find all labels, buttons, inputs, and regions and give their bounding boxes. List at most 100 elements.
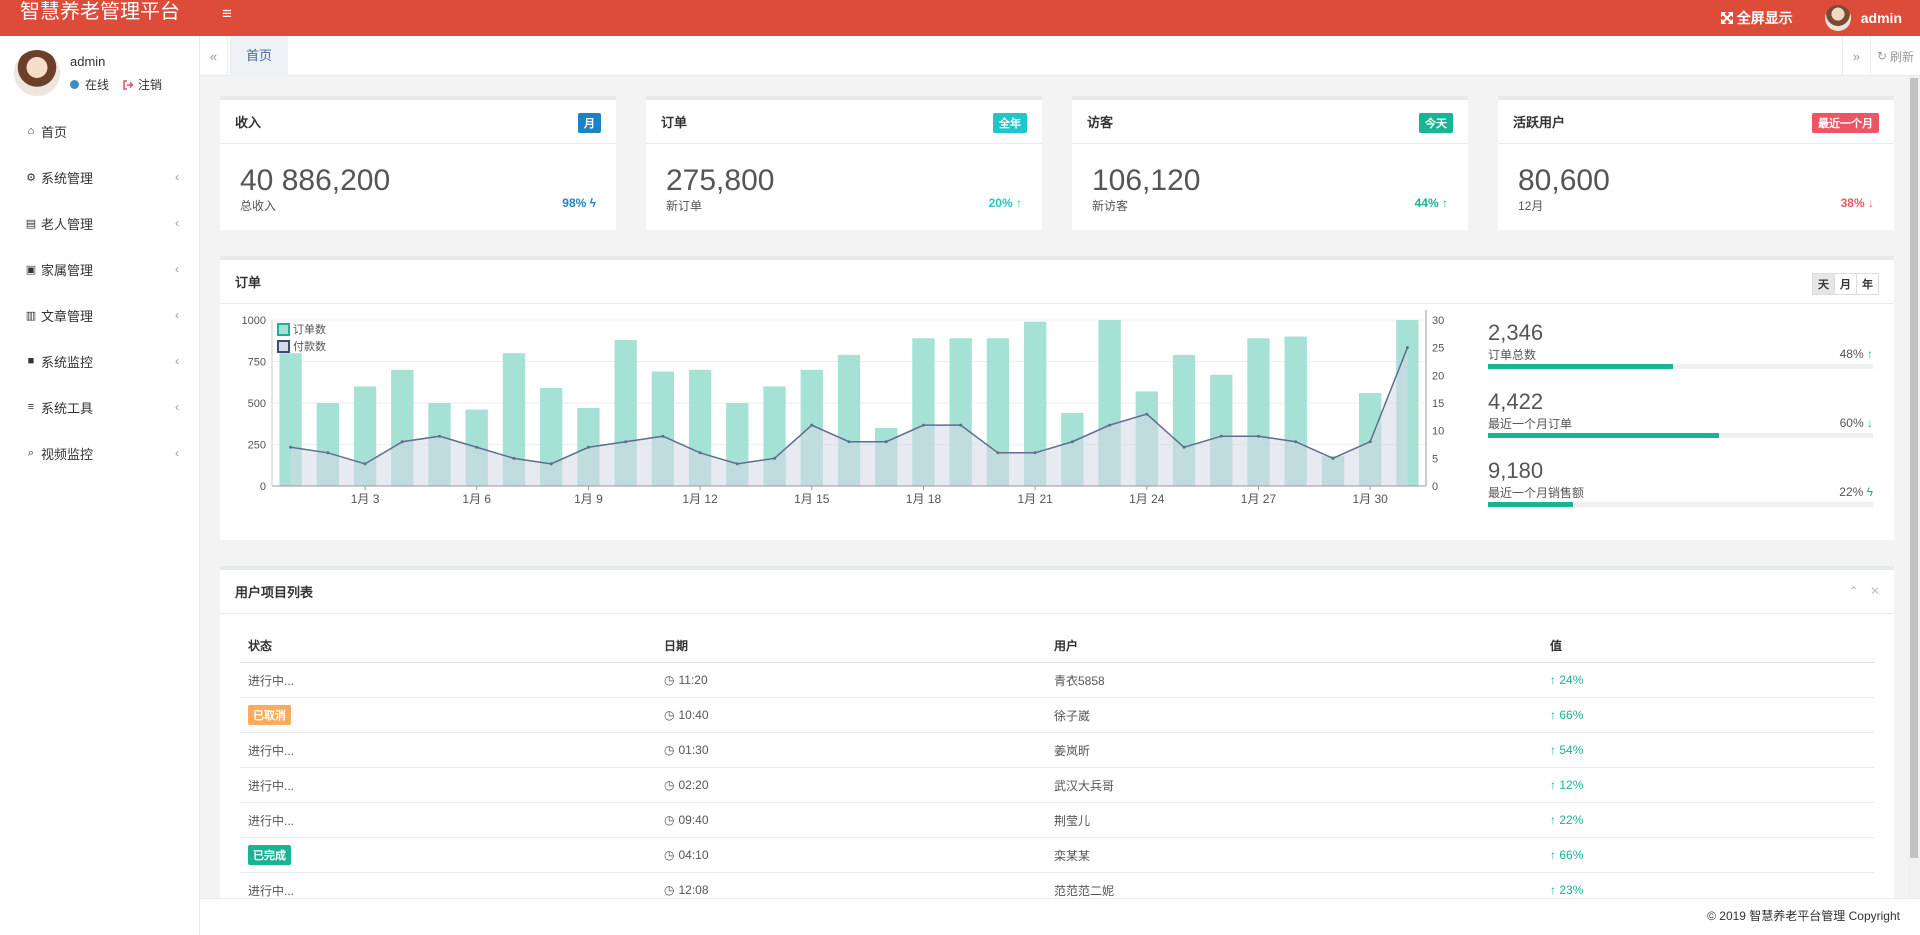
user-cell: 范范范二妮 xyxy=(1054,883,1115,898)
range-year-button[interactable]: 年 xyxy=(1856,273,1879,295)
stat-title: 收入 xyxy=(235,115,262,130)
summary-percent-value: 60% xyxy=(1839,416,1864,430)
sidebar-item-system[interactable]: ⚙ 系统管理 ‹ xyxy=(0,154,199,200)
tabs-scroll-left-button[interactable]: « xyxy=(200,36,228,76)
gear-icon: ⚙ xyxy=(26,171,36,184)
stat-card-visitors: 访客 今天 106,120 新访客 44% ↑ xyxy=(1072,96,1468,230)
arrow-up-icon: ↑ xyxy=(1550,883,1556,897)
stat-value: 40 886,200 xyxy=(240,164,391,197)
time-cell: ◷ 12:08 xyxy=(656,883,1046,897)
close-icon[interactable]: ✕ xyxy=(1870,584,1880,598)
summary-percent: 22% ϟ xyxy=(1839,485,1873,499)
data-point xyxy=(996,451,1000,455)
data-point xyxy=(549,462,553,466)
table-title: 用户项目列表 xyxy=(235,585,314,600)
chevron-left-icon: ‹ xyxy=(175,446,179,460)
orders-panel: 订单 天 月 年 0 250 500 750 1000 0 5 10 15 20 25 30 1月 3 1… xyxy=(220,256,1894,540)
time-text: 02:20 xyxy=(678,778,709,792)
data-point xyxy=(326,451,330,455)
user-cell: 武汉大兵哥 xyxy=(1054,778,1115,793)
value-text: 22% xyxy=(1559,813,1584,827)
menu-toggle-icon[interactable]: ≡ xyxy=(222,4,232,24)
arrow-up-icon: ↑ xyxy=(1550,673,1556,687)
legend-label: 订单数 xyxy=(293,323,326,336)
stat-card-orders: 订单 全年 275,800 新订单 20% ↑ xyxy=(646,96,1042,230)
stat-percent-value: 38% xyxy=(1840,196,1865,210)
fullscreen-button[interactable]: 全屏显示 xyxy=(1720,8,1793,28)
stat-card-header: 活跃用户 最近一个月 xyxy=(1498,100,1894,144)
page-scrollbar[interactable] xyxy=(1908,76,1920,898)
arrow-up-icon: ↑ xyxy=(1016,196,1022,210)
stat-subtitle: 新访客 xyxy=(1092,199,1129,213)
sidebar-item-family[interactable]: ▣ 家属管理 ‹ xyxy=(0,246,199,292)
range-day-button[interactable]: 天 xyxy=(1812,273,1835,295)
sidebar-item-articles[interactable]: ▥ 文章管理 ‹ xyxy=(0,292,199,338)
status-cell: 已完成 xyxy=(240,845,656,865)
data-point xyxy=(1405,346,1409,350)
home-icon: ⌂ xyxy=(27,125,35,137)
sidebar-item-tools[interactable]: ≡ 系统工具 ‹ xyxy=(0,384,199,430)
table-row: 进行中... ◷ 01:30 姜岚昕 ↑ 54% xyxy=(240,733,1874,768)
online-status: 在线 xyxy=(85,78,110,92)
progress-bar-fill xyxy=(1488,433,1719,438)
period-badge: 全年 xyxy=(993,113,1027,133)
data-point xyxy=(921,423,925,427)
chevron-left-icon: ‹ xyxy=(175,170,179,184)
data-point xyxy=(438,434,442,438)
status-badge: 已取消 xyxy=(248,705,291,725)
summary-value: 9,180 xyxy=(1488,458,1544,483)
sidebar-item-elderly[interactable]: ▤ 老人管理 ‹ xyxy=(0,200,199,246)
panel-tools: ⌃ ✕ xyxy=(1849,584,1880,598)
stat-card-header: 订单 全年 xyxy=(646,100,1042,144)
refresh-button[interactable]: ↻ 刷新 xyxy=(1870,36,1920,76)
sidebar-item-home[interactable]: ⌂ 首页 xyxy=(0,108,199,154)
time-cell: ◷ 01:30 xyxy=(656,743,1046,757)
tabs-scroll-right-button[interactable]: » xyxy=(1842,36,1870,76)
column-header-date: 日期 xyxy=(664,638,689,653)
tab-home[interactable]: 首页 xyxy=(230,36,289,76)
clock-icon: ◷ xyxy=(664,813,675,827)
table-row: 已取消 ◷ 10:40 徐子崴 ↑ 66% xyxy=(240,698,1874,733)
value-text: 66% xyxy=(1559,848,1584,862)
logout-link[interactable]: 注销 xyxy=(123,76,162,93)
scrollbar-thumb[interactable] xyxy=(1910,78,1918,858)
arrow-up-icon: ↑ xyxy=(1550,743,1556,757)
avatar xyxy=(14,50,60,96)
header-avatar[interactable] xyxy=(1824,5,1851,31)
sidebar-item-label: 老人管理 xyxy=(41,216,94,232)
stat-card-header: 访客 今天 xyxy=(1072,100,1468,144)
collapse-icon[interactable]: ⌃ xyxy=(1849,584,1859,598)
time-text: 04:10 xyxy=(678,848,709,862)
table-row: 进行中... ◷ 09:40 荆莹儿 ↑ 22% xyxy=(240,803,1874,838)
range-toggle: 天 月 年 xyxy=(1812,273,1879,295)
refresh-label: 刷新 xyxy=(1890,49,1915,64)
status-cell: 进行中... xyxy=(248,743,295,758)
clock-icon: ◷ xyxy=(664,673,675,687)
time-text: 11:20 xyxy=(678,673,708,687)
data-point xyxy=(586,445,590,449)
orders-panel-title: 订单 xyxy=(235,275,262,290)
stat-percent: 20% ↑ xyxy=(989,196,1022,210)
y-right-tick-label: 15 xyxy=(1432,398,1444,410)
chevron-left-icon: ‹ xyxy=(175,262,179,276)
value-cell: ↑ 22% xyxy=(1542,813,1874,827)
status-cell: 进行中... xyxy=(248,813,295,828)
y-left-tick-label: 500 xyxy=(248,398,266,410)
data-point xyxy=(1145,412,1149,416)
range-month-button[interactable]: 月 xyxy=(1834,273,1857,295)
logout-label: 注销 xyxy=(138,78,163,92)
stat-subtitle: 12月 xyxy=(1518,199,1544,213)
sidebar-item-video[interactable]: ⌕ 视频监控 ‹ xyxy=(0,430,199,476)
value-cell: ↑ 66% xyxy=(1542,848,1874,862)
x-tick-label: 1月 12 xyxy=(682,492,718,506)
period-badge: 今天 xyxy=(1419,113,1453,133)
sidebar-item-monitor[interactable]: ■ 系统监控 ‹ xyxy=(0,338,199,384)
user-projects-table: 状态 日期 用户 值 进行中... ◷ 11:20 青衣5858 ↑ 24% 已取… xyxy=(240,628,1874,906)
value-cell: ↑ 12% xyxy=(1542,778,1874,792)
header-user-name[interactable]: admin xyxy=(1861,10,1902,26)
legend-swatch xyxy=(277,323,290,336)
logout-icon xyxy=(123,79,134,90)
data-point xyxy=(1294,440,1298,444)
table-row: 进行中... ◷ 02:20 武汉大兵哥 ↑ 12% xyxy=(240,768,1874,803)
x-tick-label: 1月 9 xyxy=(574,492,603,506)
